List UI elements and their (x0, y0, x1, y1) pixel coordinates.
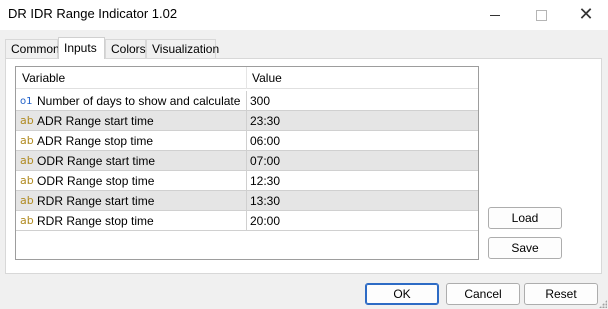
column-header-variable[interactable]: Variable (22, 71, 65, 85)
minimize-button[interactable] (472, 0, 518, 30)
variable-value[interactable]: 13:30 (250, 194, 280, 208)
string-type-icon: ab (20, 214, 34, 227)
reset-button[interactable]: Reset (524, 283, 598, 305)
variable-value[interactable]: 07:00 (250, 154, 280, 168)
grid-rows: o1 Number of days to show and calculate … (16, 91, 478, 231)
maximize-icon (535, 9, 547, 21)
variable-value[interactable]: 20:00 (250, 214, 280, 228)
tab-visualization[interactable]: Visualization (146, 39, 219, 58)
grid-header: Variable Value (16, 67, 478, 89)
variable-name: RDR Range start time (37, 194, 155, 208)
column-divider[interactable] (246, 67, 247, 89)
table-row[interactable]: ab ADR Range stop time 06:00 (16, 131, 478, 151)
string-type-icon: ab (20, 194, 34, 207)
close-icon: ✕ (578, 4, 594, 25)
window-title: DR IDR Range Indicator 1.02 (8, 6, 178, 21)
maximize-button[interactable] (518, 0, 564, 30)
tab-common[interactable]: Common (5, 39, 60, 58)
variable-value[interactable]: 300 (250, 94, 270, 108)
integer-type-icon: o1 (20, 96, 33, 107)
variable-name: ODR Range start time (37, 154, 156, 168)
table-row[interactable]: ab RDR Range stop time 20:00 (16, 211, 478, 231)
string-type-icon: ab (20, 114, 34, 127)
column-header-value[interactable]: Value (252, 71, 282, 85)
cell-divider (246, 211, 247, 231)
cell-divider (246, 91, 247, 111)
variable-value[interactable]: 06:00 (250, 134, 280, 148)
variable-name: RDR Range stop time (37, 214, 154, 228)
inputs-grid: Variable Value o1 Number of days to show… (15, 66, 479, 260)
tab-inputs[interactable]: Inputs (58, 37, 105, 59)
variable-name: ADR Range start time (37, 114, 154, 128)
title-bar: DR IDR Range Indicator 1.02 ✕ (0, 0, 608, 30)
string-type-icon: ab (20, 134, 34, 147)
variable-name: ODR Range stop time (37, 174, 155, 188)
save-button[interactable]: Save (488, 237, 562, 259)
tab-colors[interactable]: Colors (105, 39, 146, 58)
ok-button[interactable]: OK (365, 283, 439, 305)
table-row[interactable]: o1 Number of days to show and calculate … (16, 91, 478, 111)
resize-grip-icon[interactable] (599, 300, 607, 308)
variable-value[interactable]: 23:30 (250, 114, 280, 128)
table-row[interactable]: ab ODR Range stop time 12:30 (16, 171, 478, 191)
table-row[interactable]: ab RDR Range start time 13:30 (16, 191, 478, 211)
cell-divider (246, 171, 247, 191)
table-row[interactable]: ab ODR Range start time 07:00 (16, 151, 478, 171)
cancel-button[interactable]: Cancel (446, 283, 520, 305)
string-type-icon: ab (20, 154, 34, 167)
cell-divider (246, 131, 247, 151)
table-row[interactable]: ab ADR Range start time 23:30 (16, 111, 478, 131)
variable-value[interactable]: 12:30 (250, 174, 280, 188)
close-button[interactable]: ✕ (563, 0, 608, 30)
cell-divider (246, 191, 247, 211)
variable-name: Number of days to show and calculate (37, 94, 241, 108)
cell-divider (246, 151, 247, 171)
variable-name: ADR Range stop time (37, 134, 154, 148)
load-button[interactable]: Load (488, 207, 562, 229)
string-type-icon: ab (20, 174, 34, 187)
cell-divider (246, 111, 247, 131)
minimize-icon (490, 14, 500, 16)
